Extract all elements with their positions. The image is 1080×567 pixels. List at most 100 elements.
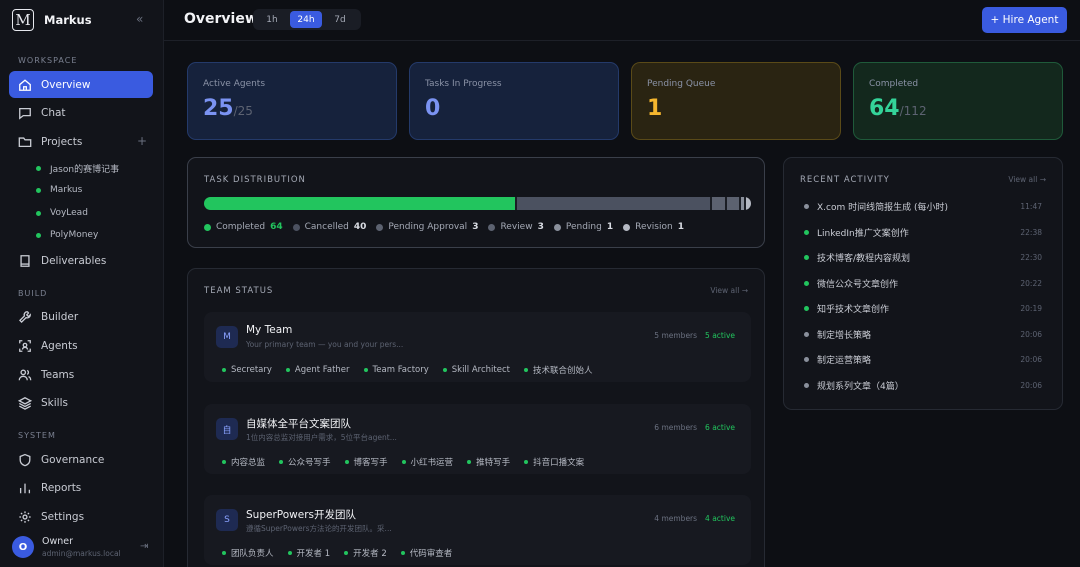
team-member[interactable]: 推特写手 <box>467 456 510 468</box>
distribution-segment-revision <box>746 197 751 210</box>
range-1h[interactable]: 1h <box>256 11 288 28</box>
hire-agent-button[interactable]: + Hire Agent <box>982 7 1067 33</box>
wrench-icon <box>18 310 31 323</box>
legend-dot-icon <box>623 223 631 231</box>
activity-time: 20:19 <box>1020 304 1042 313</box>
card-title: TASK DISTRIBUTION <box>204 175 306 185</box>
activity-text: 制定运营策略 <box>817 356 872 366</box>
sidebar-item-settings[interactable]: Settings <box>9 503 153 530</box>
team-member[interactable]: 公众号写手 <box>279 456 331 468</box>
team-status-card: TEAM STATUS View all → M My Team Your pr… <box>187 268 765 567</box>
project-item[interactable]: Markus <box>36 185 82 195</box>
activity-item[interactable]: LinkedIn推广文案创作 22:38 <box>804 226 1042 239</box>
status-dot-icon <box>442 368 447 372</box>
team-member[interactable]: 博客写手 <box>344 456 388 468</box>
member-name: 推特写手 <box>476 458 511 468</box>
range-7d[interactable]: 7d <box>324 11 356 28</box>
activity-item[interactable]: 制定增长策略 20:06 <box>804 328 1042 341</box>
member-name: 内容总监 <box>231 458 266 468</box>
team-name: My Team <box>246 324 293 336</box>
team-member[interactable]: 开发者 1 <box>287 547 330 559</box>
member-name: 公众号写手 <box>288 458 331 468</box>
sidebar-item-chat[interactable]: Chat <box>9 99 153 126</box>
team-avatar: 自 <box>216 418 238 440</box>
sidebar-item-builder[interactable]: Builder <box>9 303 153 330</box>
collapse-sidebar-icon[interactable]: « <box>136 12 143 26</box>
status-dot-icon <box>279 460 284 464</box>
team-view-all-link[interactable]: View all → <box>710 286 748 295</box>
sidebar-item-reports[interactable]: Reports <box>9 474 153 501</box>
project-item[interactable]: Jason的赛博记事 <box>36 162 119 175</box>
activity-time: 22:38 <box>1020 227 1042 237</box>
team-member[interactable]: Skill Architect <box>442 364 510 376</box>
status-dot-icon <box>524 460 529 464</box>
legend-label: Pending <box>565 222 602 232</box>
activity-text: 规划系列文章（4篇） <box>817 381 904 392</box>
activity-time: 20:22 <box>1020 278 1042 288</box>
legend-dot-icon <box>553 223 561 231</box>
stat-value: 25/25 <box>203 96 253 121</box>
sidebar-item-label: Skills <box>41 396 68 409</box>
sidebar-item-agents[interactable]: Agents <box>9 332 153 359</box>
team-member[interactable]: Agent Father <box>285 364 350 376</box>
sidebar-item-label: Projects <box>41 135 83 148</box>
sidebar-item-projects[interactable]: Projects + <box>9 128 153 155</box>
legend-label: Review <box>500 222 533 232</box>
activity-item[interactable]: 制定运营策略 20:06 <box>804 353 1042 366</box>
activity-time: 11:47 <box>1020 202 1042 211</box>
activity-dot-icon <box>804 204 809 209</box>
activity-item[interactable]: 知乎技术文章创作 20:19 <box>804 302 1042 315</box>
team-member[interactable]: 技术联合创始人 <box>523 364 592 376</box>
distribution-segment-cancelled <box>516 197 710 210</box>
activity-text: 技术博客/教程内容规划 <box>817 254 911 264</box>
bar-chart-icon <box>19 483 31 493</box>
activity-time: 22:30 <box>1020 253 1042 262</box>
user-email: admin@markus.local <box>42 549 121 558</box>
activity-item[interactable]: 微信公众号文章创作 20:22 <box>804 277 1042 290</box>
team-member[interactable]: 抖音口播文案 <box>524 456 584 468</box>
sidebar-item-label: Teams <box>41 368 75 381</box>
status-dot-icon <box>344 551 349 555</box>
member-name: Team Factory <box>372 365 429 375</box>
activity-text: 制定增长策略 <box>817 330 872 341</box>
sidebar-item-label: Overview <box>41 78 91 91</box>
time-range-selector: 1h 24h 7d <box>253 9 361 30</box>
project-label: Markus <box>50 185 83 195</box>
project-item[interactable]: PolyMoney <box>36 230 98 240</box>
brand[interactable]: M Markus <box>12 9 92 31</box>
sidebar-item-deliverables[interactable]: Deliverables <box>9 247 153 274</box>
sidebar-item-teams[interactable]: Teams <box>9 361 153 388</box>
team-member[interactable]: 代码审查者 <box>400 547 452 559</box>
activity-item[interactable]: 技术博客/教程内容规划 22:30 <box>804 251 1042 264</box>
avatar: O <box>12 536 34 558</box>
activity-dot-icon <box>804 331 809 337</box>
team-member[interactable]: 团队负责人 <box>222 547 274 559</box>
range-24h[interactable]: 24h <box>290 11 322 28</box>
chat-icon <box>19 107 31 120</box>
legend-dot-icon <box>376 223 384 231</box>
status-dot-icon <box>363 368 368 372</box>
legend-value: 3 <box>537 222 544 232</box>
sidebar-item-overview[interactable]: Overview <box>9 71 153 98</box>
folder-icon <box>18 136 32 147</box>
team-member[interactable]: Secretary <box>222 364 272 376</box>
logout-icon[interactable]: ⇥ <box>140 541 148 552</box>
distribution-segment-pending <box>741 197 745 210</box>
sidebar-item-governance[interactable]: Governance <box>9 446 153 473</box>
team-card[interactable]: 自 自媒体全平台文案团队 1位内容总监对接用户需求，5位平台agent... 6… <box>204 404 751 474</box>
sidebar-item-skills[interactable]: Skills <box>9 389 153 416</box>
distribution-segment-pending-approval <box>711 197 725 210</box>
team-member[interactable]: 内容总监 <box>222 456 265 468</box>
team-member[interactable]: 开发者 2 <box>344 547 387 559</box>
activity-view-all-link[interactable]: View all → <box>1008 175 1046 184</box>
team-card[interactable]: S SuperPowers开发团队 遵循SuperPowers方法论的开发团队。… <box>204 495 751 565</box>
activity-item[interactable]: 规划系列文章（4篇） 20:06 <box>804 379 1042 392</box>
user-profile[interactable]: O Owner admin@markus.local <box>12 536 121 558</box>
team-member[interactable]: Team Factory <box>363 364 429 376</box>
add-project-icon[interactable]: + <box>137 134 147 148</box>
team-member[interactable]: 小红书运营 <box>401 456 453 468</box>
activity-item[interactable]: X.com 时间线简报生成 (每小时) 11:47 <box>804 200 1042 213</box>
header: Overview 1h 24h 7d + Hire Agent <box>164 0 1080 41</box>
team-card[interactable]: M My Team Your primary team — you and yo… <box>204 312 751 382</box>
project-item[interactable]: VoyLead <box>36 208 88 218</box>
